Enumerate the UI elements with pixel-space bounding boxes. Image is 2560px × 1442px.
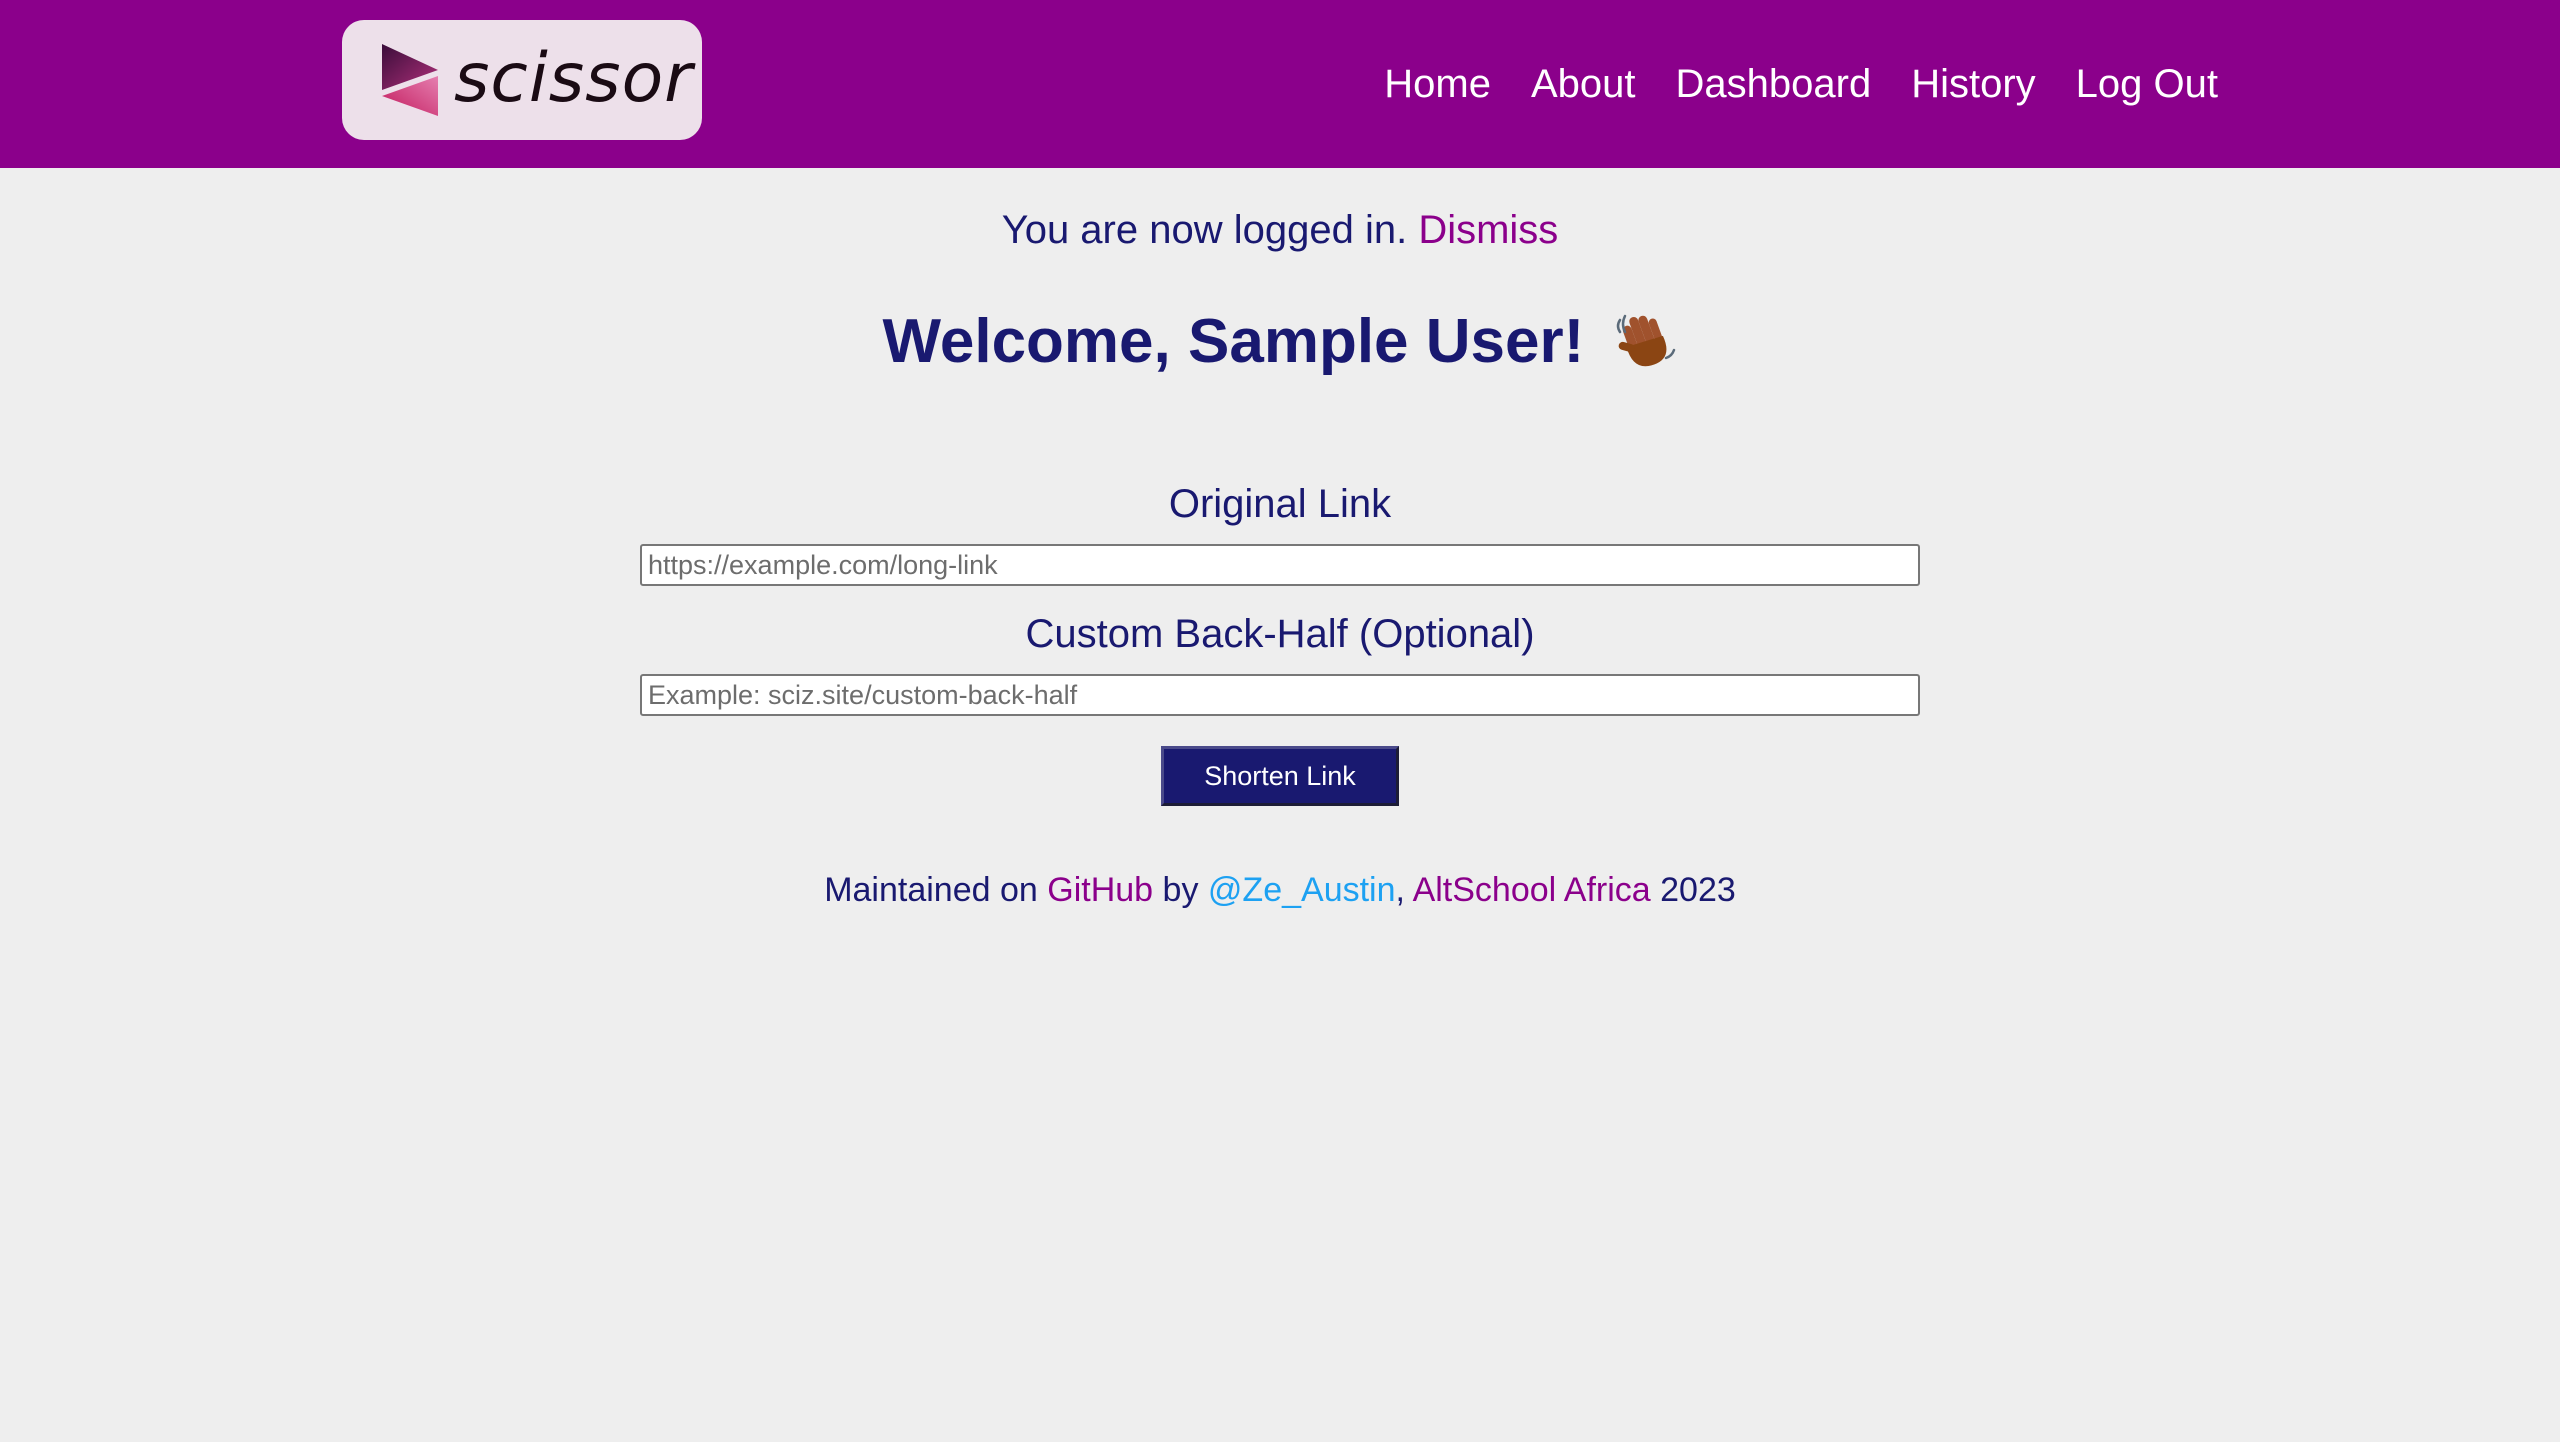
nav-dashboard[interactable]: Dashboard: [1676, 54, 1872, 114]
footer-by: by: [1162, 871, 1199, 909]
shorten-form: Original Link Custom Back-Half (Optional…: [640, 474, 1920, 806]
flash-message: You are now logged in. Dismiss: [0, 200, 2560, 260]
button-row: Shorten Link: [640, 746, 1920, 806]
footer-prefix: Maintained on: [824, 871, 1038, 909]
logo-link[interactable]: scissor: [342, 20, 702, 140]
custom-back-half-input[interactable]: [640, 674, 1920, 716]
main-nav: Home About Dashboard History Log Out: [1384, 54, 2218, 114]
shorten-link-button[interactable]: Shorten Link: [1161, 746, 1399, 806]
site-header: scissor Home About Dashboard History Log…: [0, 0, 2560, 168]
welcome-heading: Welcome, Sample User!: [0, 300, 2560, 384]
author-link[interactable]: @Ze_Austin: [1208, 871, 1396, 909]
scissor-logo-icon: [382, 44, 438, 116]
footer-comma: ,: [1395, 871, 1405, 909]
logo-text: scissor: [454, 39, 694, 118]
site-footer: Maintained on GitHub by @Ze_Austin, AltS…: [0, 862, 2560, 918]
waving-hand-icon: [1616, 314, 1675, 367]
altschool-link[interactable]: AltSchool Africa: [1413, 871, 1651, 909]
nav-history[interactable]: History: [1911, 54, 2035, 114]
custom-back-half-label: Custom Back-Half (Optional): [1025, 612, 1535, 656]
nav-about[interactable]: About: [1531, 54, 1636, 114]
footer-year: 2023: [1660, 871, 1736, 909]
flash-text: You are now logged in.: [1001, 208, 1408, 252]
dismiss-link[interactable]: Dismiss: [1418, 208, 1558, 252]
nav-home[interactable]: Home: [1384, 54, 1491, 114]
original-link-input[interactable]: [640, 544, 1920, 586]
original-link-label: Original Link: [1168, 482, 1392, 526]
github-link[interactable]: GitHub: [1047, 871, 1153, 909]
nav-logout[interactable]: Log Out: [2076, 54, 2218, 114]
welcome-text: Welcome, Sample User!: [882, 307, 1585, 376]
